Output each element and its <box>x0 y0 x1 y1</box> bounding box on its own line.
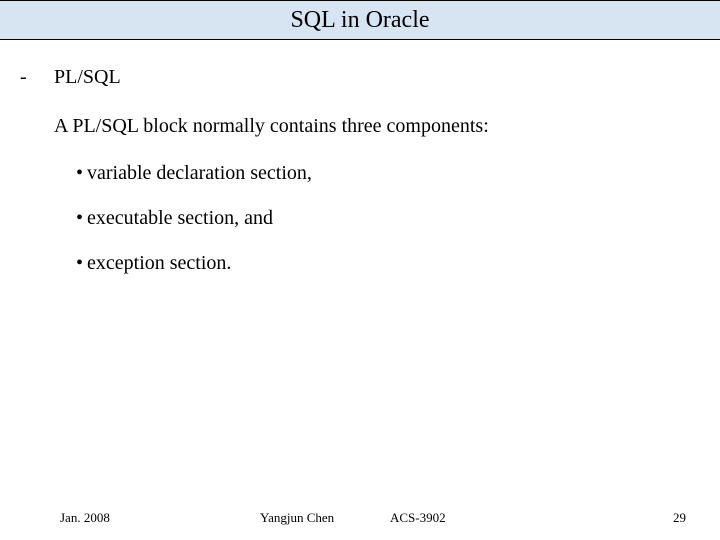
footer-author: Yangjun Chen <box>260 510 390 526</box>
section-heading: PL/SQL <box>54 64 700 91</box>
footer-date: Jan. 2008 <box>60 510 260 526</box>
bullet-list: •variable declaration section, •executab… <box>76 160 700 277</box>
list-item: •exception section. <box>76 250 700 277</box>
bullet-icon: • <box>76 207 83 229</box>
footer-course: ACS-3902 <box>390 510 510 526</box>
bullet-icon: • <box>76 252 83 274</box>
slide-body: - PL/SQL A PL/SQL block normally contain… <box>0 40 720 295</box>
content-column: PL/SQL A PL/SQL block normally contains … <box>54 64 700 295</box>
list-dash: - <box>20 64 54 90</box>
intro-text: A PL/SQL block normally contains three c… <box>54 113 700 140</box>
list-item: •executable section, and <box>76 205 700 232</box>
list-item-text: variable declaration section, <box>87 162 312 184</box>
slide-footer: Jan. 2008 Yangjun Chen ACS-3902 29 <box>0 510 720 526</box>
list-item: •variable declaration section, <box>76 160 700 187</box>
footer-page-number: 29 <box>656 510 686 526</box>
list-item-text: exception section. <box>87 252 231 274</box>
slide: SQL in Oracle - PL/SQL A PL/SQL block no… <box>0 0 720 540</box>
slide-title: SQL in Oracle <box>0 0 720 40</box>
bullet-icon: • <box>76 162 83 184</box>
list-item-text: executable section, and <box>87 207 273 229</box>
